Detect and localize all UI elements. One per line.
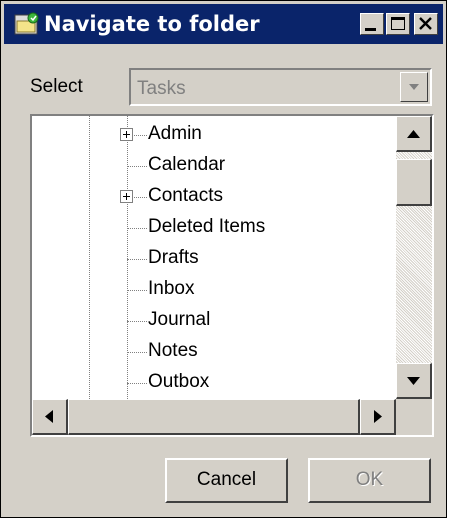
expand-icon[interactable] [120,190,133,203]
vertical-scrollbar[interactable] [396,116,432,399]
ok-button[interactable]: OK [308,458,431,503]
tree-item-label: Notes [148,340,198,361]
window-title: Navigate to folder [44,12,260,36]
dropdown-arrow-button[interactable] [400,72,428,102]
tree-item-label: Drafts [148,247,199,268]
folder-select-dropdown[interactable]: Tasks [129,68,432,106]
arrow-down-icon [407,377,420,385]
tree-item-label: Inbox [148,278,195,299]
tree-item-label: Admin [148,123,202,144]
close-icon [419,17,432,30]
scroll-down-button[interactable] [396,363,432,399]
horizontal-scrollbar[interactable] [32,399,396,435]
scroll-up-button[interactable] [396,116,432,152]
arrow-up-icon [407,130,420,138]
scrollbar-corner [396,399,432,435]
tree-item-label: Journal [148,309,211,330]
select-value: Tasks [137,78,186,99]
tree-guide-line [89,116,90,399]
tree-item-label: Outbox [148,371,210,392]
cancel-button[interactable]: Cancel [165,458,288,503]
arrow-left-icon [45,410,53,423]
tree-item-label: Deleted Items [148,216,266,237]
folder-navigate-icon [14,12,39,35]
navigate-dialog: Navigate to folder Select Tasks Admin Ca… [0,0,447,518]
minimize-button[interactable] [360,13,384,35]
close-button[interactable] [414,13,438,35]
scroll-left-button[interactable] [32,399,68,435]
scroll-thumb[interactable] [396,159,432,206]
select-label: Select [30,76,83,97]
tree-item-label: Calendar [148,154,226,175]
tree-guide-line [127,116,128,399]
folder-tree[interactable]: Admin Calendar Contacts Deleted Items Dr… [30,114,434,437]
arrow-right-icon [374,410,382,423]
scroll-right-button[interactable] [360,399,396,435]
maximize-icon [391,17,405,30]
minimize-icon [365,28,376,31]
chevron-down-icon [409,84,419,90]
expand-icon[interactable] [120,128,133,141]
maximize-button[interactable] [386,13,410,35]
horizontal-scroll-thumb[interactable] [68,399,360,435]
tree-item-label: Contacts [148,185,223,206]
title-bar[interactable]: Navigate to folder [4,4,443,44]
